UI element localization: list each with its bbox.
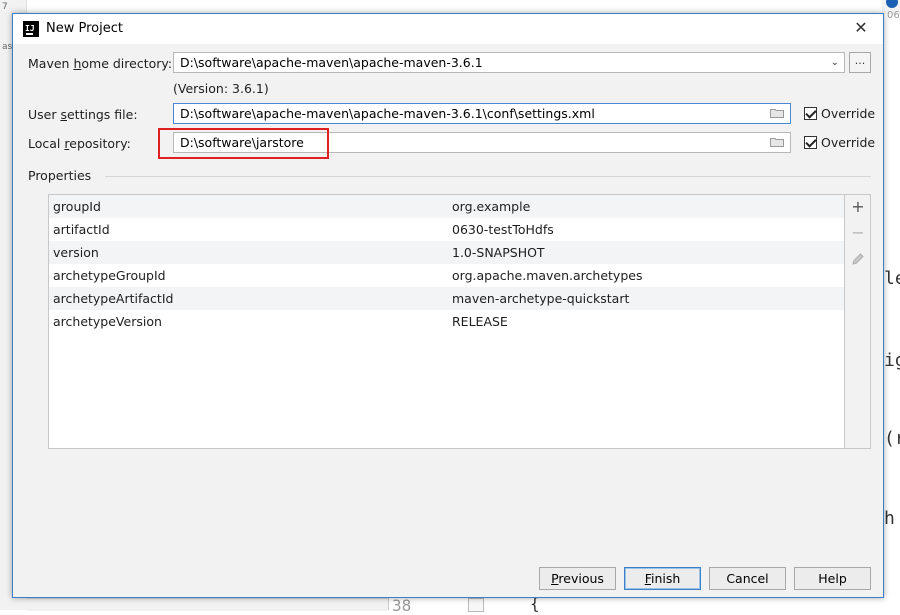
add-icon[interactable]: + xyxy=(849,198,867,216)
property-key: artifactId xyxy=(53,222,110,237)
chevron-down-icon[interactable]: ⌄ xyxy=(831,53,839,72)
background-code-text: le xyxy=(884,268,900,289)
background-code-text: ig xyxy=(884,350,900,371)
properties-divider xyxy=(105,176,871,177)
remove-icon[interactable]: − xyxy=(849,224,867,242)
background-gutter-divider xyxy=(388,598,389,610)
table-row[interactable]: artifactId 0630-testToHdfs xyxy=(49,218,844,241)
close-button[interactable]: ✕ xyxy=(851,18,871,38)
properties-table: groupId org.example artifactId 0630-test… xyxy=(48,194,845,449)
property-key: archetypeGroupId xyxy=(53,268,166,283)
table-row[interactable]: groupId org.example xyxy=(49,195,844,218)
edit-pencil-icon[interactable] xyxy=(849,250,867,268)
user-settings-value: D:\software\apache-maven\apache-maven-3.… xyxy=(180,106,595,121)
property-value: org.apache.maven.archetypes xyxy=(452,268,643,283)
previous-button[interactable]: Previous xyxy=(539,567,616,590)
user-settings-override-label: Override xyxy=(821,106,876,121)
cancel-button[interactable]: Cancel xyxy=(709,567,786,590)
maven-version-text: (Version: 3.6.1) xyxy=(173,81,269,96)
background-bottom-strip xyxy=(26,598,388,611)
local-repository-override-label: Override xyxy=(821,135,876,150)
intellij-app-icon: IJ xyxy=(23,21,39,37)
background-top-number: 06 xyxy=(887,10,900,21)
properties-section-title: Properties xyxy=(28,168,92,183)
user-settings-override-checkbox[interactable] xyxy=(804,107,817,120)
property-key: archetypeArtifactId xyxy=(53,291,174,306)
background-code-text: h xyxy=(884,508,895,529)
background-code-text: (r xyxy=(884,428,900,449)
dialog-titlebar: IJ New Project ✕ xyxy=(13,14,883,44)
property-key: archetypeVersion xyxy=(53,314,162,329)
property-value: 1.0-SNAPSHOT xyxy=(452,245,545,260)
background-left-text: 7 xyxy=(2,2,8,12)
properties-toolbar: + − xyxy=(845,194,871,449)
property-key: groupId xyxy=(53,199,101,214)
property-value: org.example xyxy=(452,199,531,214)
local-repository-label: Local repository: xyxy=(28,136,131,151)
table-row[interactable]: version 1.0-SNAPSHOT xyxy=(49,241,844,264)
maven-home-browse-button[interactable]: ... xyxy=(849,52,871,73)
new-project-dialog: IJ New Project ✕ Maven home directory: D… xyxy=(12,13,884,598)
table-row[interactable]: archetypeVersion RELEASE xyxy=(49,310,844,333)
user-settings-field[interactable]: D:\software\apache-maven\apache-maven-3.… xyxy=(173,103,791,124)
property-value: maven-archetype-quickstart xyxy=(452,291,630,306)
maven-home-value: D:\software\apache-maven\apache-maven-3.… xyxy=(180,55,483,70)
dialog-title: New Project xyxy=(46,21,123,36)
folder-icon[interactable] xyxy=(770,108,784,118)
maven-home-label: Maven home directory: xyxy=(28,56,173,71)
annotation-highlight-box xyxy=(158,128,329,159)
maven-home-combobox[interactable]: D:\software\apache-maven\apache-maven-3.… xyxy=(173,52,845,73)
property-value: 0630-testToHdfs xyxy=(452,222,554,237)
finish-button[interactable]: Finish xyxy=(624,567,701,590)
folder-icon[interactable] xyxy=(770,137,784,147)
local-repository-override-checkbox[interactable] xyxy=(804,136,817,149)
table-row[interactable]: archetypeGroupId org.apache.maven.archet… xyxy=(49,264,844,287)
user-settings-label: User settings file: xyxy=(28,107,138,122)
background-left-text: as xyxy=(2,42,13,52)
property-value: RELEASE xyxy=(452,314,508,329)
property-key: version xyxy=(53,245,99,260)
table-row[interactable]: archetypeArtifactId maven-archetype-quic… xyxy=(49,287,844,310)
help-button[interactable]: Help xyxy=(794,567,871,590)
background-line-number: 38 xyxy=(392,596,412,615)
